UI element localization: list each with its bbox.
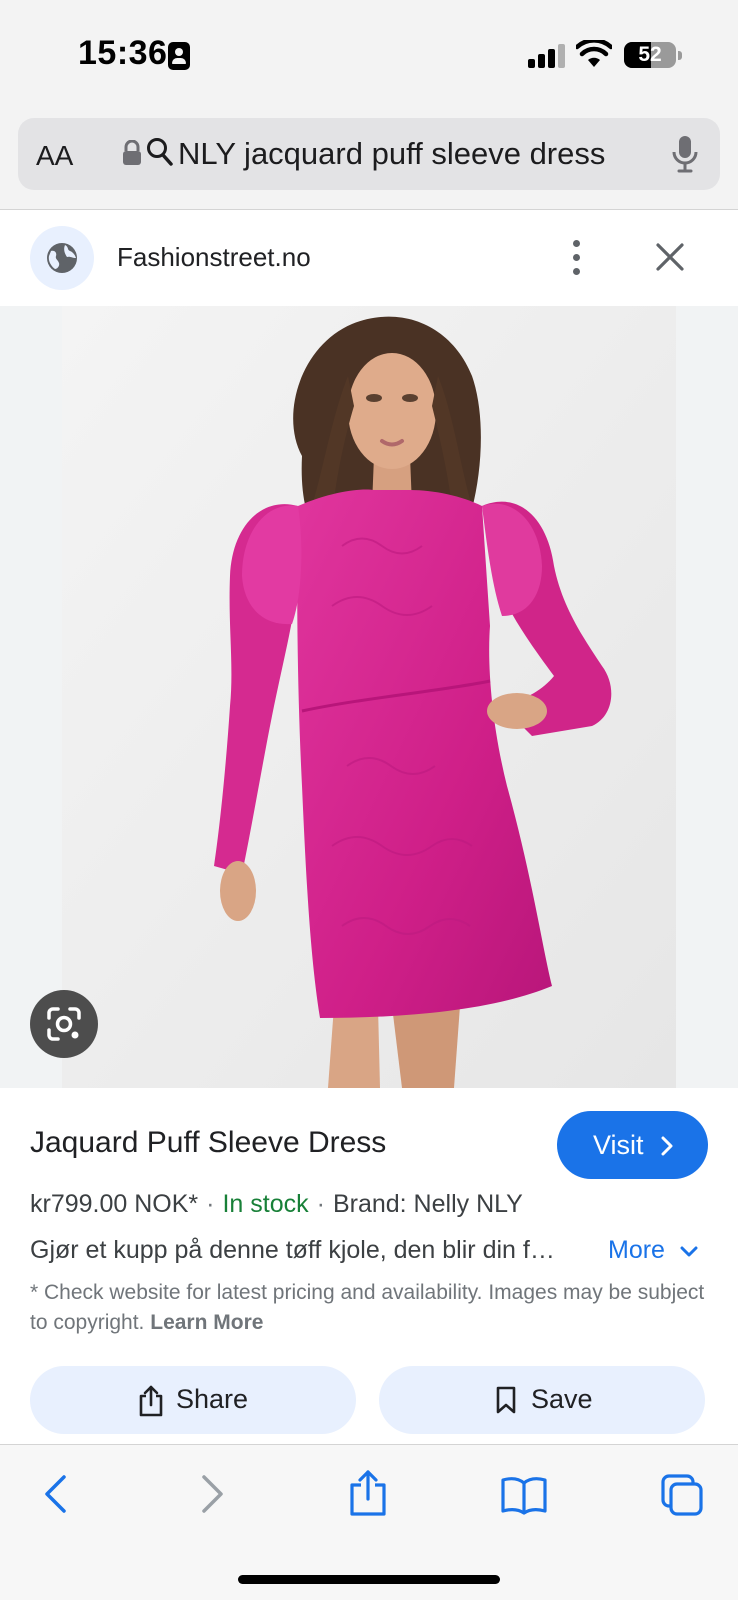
status-bar: 15:36 52 xyxy=(0,0,738,110)
cellular-signal-icon xyxy=(528,44,566,68)
product-brand: Brand: Nelly NLY xyxy=(332,1190,523,1218)
chevron-down-icon xyxy=(680,1246,698,1257)
share-page-icon[interactable] xyxy=(348,1469,388,1517)
separator-dot: · xyxy=(206,1190,215,1218)
learn-more-link[interactable]: Learn More xyxy=(150,1311,263,1334)
address-bar-area: AA NLY jacquard puff sleeve dress xyxy=(0,110,738,210)
share-button[interactable]: Share xyxy=(30,1366,356,1434)
battery-level: 52 xyxy=(638,43,662,66)
disclaimer-text: * Check website for latest pricing and a… xyxy=(30,1281,705,1334)
chevron-right-icon xyxy=(661,1136,673,1156)
bookmarks-icon[interactable] xyxy=(500,1475,548,1515)
site-name[interactable]: Fashionstreet.no xyxy=(117,242,311,273)
separator-dot: · xyxy=(316,1190,325,1218)
bookmark-icon xyxy=(496,1386,516,1414)
battery-tip xyxy=(678,51,682,60)
url-search-query[interactable]: NLY jacquard puff sleeve dress xyxy=(178,136,605,172)
disclaimer: * Check website for latest pricing and a… xyxy=(30,1278,720,1338)
forward-icon[interactable] xyxy=(200,1473,226,1515)
site-favicon xyxy=(30,226,94,290)
save-button[interactable]: Save xyxy=(379,1366,705,1434)
focus-mode-icon xyxy=(168,42,190,70)
close-icon[interactable] xyxy=(655,242,685,272)
price-line: kr799.00 NOK* · In stock · Brand: Nelly NLY xyxy=(30,1190,523,1219)
search-icon xyxy=(147,138,173,166)
wifi-icon xyxy=(576,40,612,67)
dress-illustration xyxy=(62,306,676,1088)
product-title: Jaquard Puff Sleeve Dress xyxy=(30,1126,387,1159)
share-icon xyxy=(139,1385,163,1417)
stock-status: In stock xyxy=(222,1190,309,1218)
share-label: Share xyxy=(176,1384,249,1414)
back-icon[interactable] xyxy=(42,1473,68,1515)
address-bar[interactable]: AA NLY jacquard puff sleeve dress xyxy=(18,118,720,190)
product-price: kr799.00 NOK* xyxy=(30,1190,199,1218)
status-time: 15:36 xyxy=(78,34,168,72)
browser-toolbar xyxy=(0,1444,738,1600)
more-label: More xyxy=(608,1236,665,1264)
product-image-area xyxy=(0,306,738,1088)
product-image[interactable] xyxy=(62,306,676,1088)
visit-button-label: Visit xyxy=(593,1130,644,1160)
home-indicator xyxy=(238,1575,500,1584)
battery-icon: 52 xyxy=(624,42,676,68)
more-button[interactable]: More xyxy=(608,1236,698,1265)
save-label: Save xyxy=(531,1384,593,1414)
lens-search-button[interactable] xyxy=(30,990,98,1058)
lens-icon xyxy=(47,1007,81,1041)
site-header: Fashionstreet.no xyxy=(0,210,738,306)
lock-icon xyxy=(123,140,141,165)
microphone-icon[interactable] xyxy=(672,134,698,174)
more-options-icon[interactable] xyxy=(570,240,582,276)
text-size-button[interactable]: AA xyxy=(36,140,73,172)
tabs-icon[interactable] xyxy=(660,1473,704,1517)
product-description: Gjør et kupp på denne tøff kjole, den bl… xyxy=(30,1236,555,1264)
globe-icon xyxy=(47,243,77,273)
visit-button[interactable]: Visit xyxy=(557,1111,708,1179)
